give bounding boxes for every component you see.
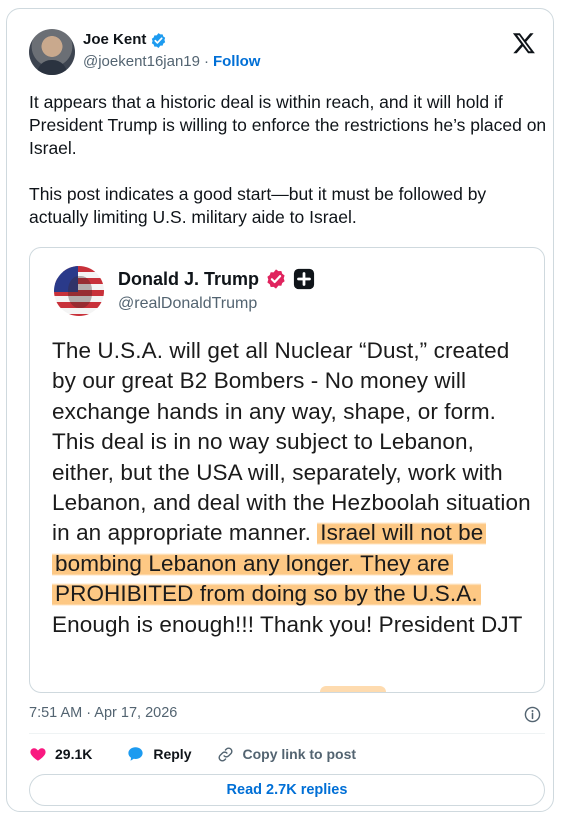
x-logo-icon[interactable] xyxy=(512,31,536,55)
quoted-post[interactable]: Donald J. Trump @realDonaldTrump The U.S… xyxy=(29,247,545,693)
heart-icon xyxy=(30,748,46,761)
author-block: Joe Kent @joekent16jan19 · Follow xyxy=(83,30,260,70)
avatar[interactable] xyxy=(29,29,75,75)
action-bar: 29.1K Reply Copy link to post xyxy=(29,745,382,763)
copy-link-button[interactable]: Copy link to post xyxy=(217,746,356,763)
read-replies-button[interactable]: Read 2.7K replies xyxy=(29,774,545,806)
follow-button[interactable]: Follow xyxy=(213,53,261,70)
quoted-post-text: The U.S.A. will get all Nuclear “Dust,” … xyxy=(52,336,532,640)
reply-button[interactable]: Reply xyxy=(126,745,191,763)
like-count: 29.1K xyxy=(55,746,93,762)
link-icon xyxy=(218,746,233,762)
verified-badge-icon xyxy=(267,269,285,289)
divider xyxy=(29,733,545,734)
separator-dot: · xyxy=(203,53,209,70)
quoted-text-tail: Enough is enough!!! Thank you! President… xyxy=(52,611,523,637)
quoted-avatar[interactable] xyxy=(54,266,104,316)
quoted-author-handle[interactable]: @realDonaldTrump xyxy=(118,295,257,313)
highlight-smudge xyxy=(320,686,386,692)
quoted-author-name[interactable]: Donald J. Trump xyxy=(118,267,259,291)
reply-icon xyxy=(128,747,143,761)
like-button[interactable]: 29.1K xyxy=(29,745,92,763)
reply-label: Reply xyxy=(153,746,192,762)
verified-badge-icon xyxy=(152,32,166,48)
post-card: Joe Kent @joekent16jan19 · Follow It app… xyxy=(6,8,554,812)
author-handle[interactable]: @joekent16jan19 xyxy=(83,53,200,70)
post-text: It appears that a historic deal is withi… xyxy=(29,92,547,227)
truth-social-plus-icon xyxy=(293,268,315,290)
copy-link-label: Copy link to post xyxy=(242,746,357,762)
post-timestamp[interactable]: 7:51 AM · Apr 17, 2026 xyxy=(29,705,177,721)
info-icon[interactable] xyxy=(524,706,541,723)
quoted-text-plain: The U.S.A. will get all Nuclear “Dust,” … xyxy=(52,338,531,546)
author-name[interactable]: Joe Kent xyxy=(83,30,146,50)
